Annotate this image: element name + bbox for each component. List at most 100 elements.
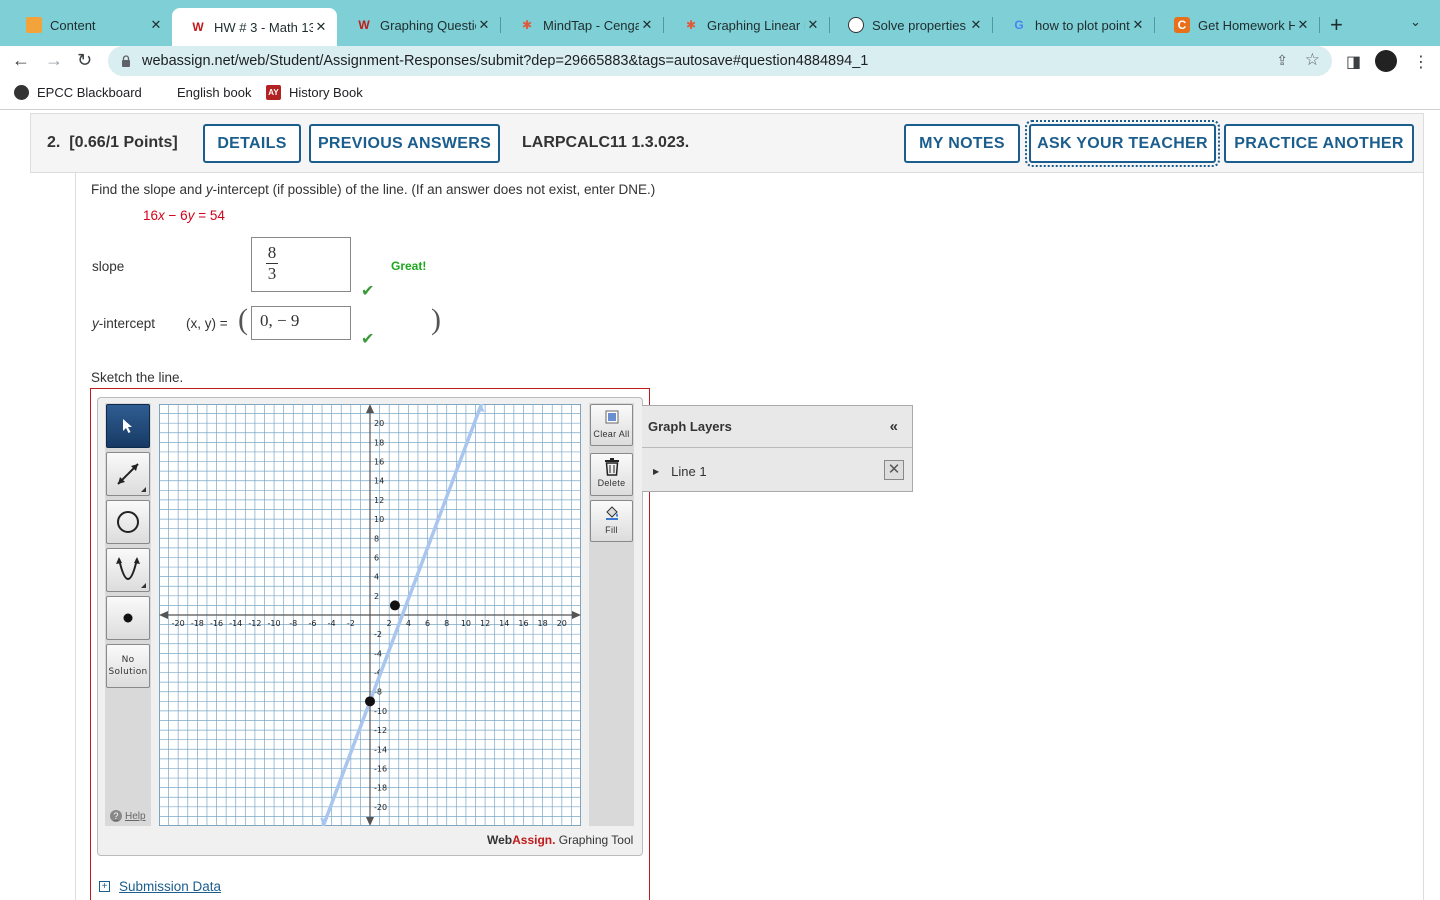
browser-tab[interactable]: ✱ MindTap - Cengag ✕ [501,8,664,42]
help-link[interactable]: ? Help [110,810,146,822]
bookmark-history-book[interactable]: AY History Book [266,85,363,100]
select-tool-button[interactable] [106,404,150,448]
mindtap-icon: ✱ [521,18,533,32]
tab-title: Graphing Questio [380,17,476,33]
y-tick-label: -10 [374,707,387,716]
address-bar[interactable]: webassign.net/web/Student/Assignment-Res… [108,46,1332,76]
coordinate-plane[interactable]: -20 -18 -16 -14 -12 -10 -8 -6 -4 -2 2 4 6 8 10 12 14 16 18… [159,404,581,826]
bookmark-label: EPCC Blackboard [37,85,142,100]
correct-check-icon: ✔ [361,283,375,300]
y-tick-label: 12 [374,496,384,505]
y-tick-label: -14 [374,745,387,754]
back-button[interactable]: ← [12,50,30,71]
tab-title: Get Homework H [1198,17,1295,33]
ask-your-teacher-button[interactable]: ASK YOUR TEACHER [1025,120,1220,167]
x-tick-label: 14 [499,619,509,628]
slope-fraction: 8 3 [266,244,278,283]
browser-tab[interactable]: W Graphing Questio ✕ [338,8,501,42]
practice-another-button[interactable]: PRACTICE ANOTHER [1224,124,1414,163]
x-tick-label: -16 [210,619,223,628]
x-tick-label: 18 [538,619,548,628]
browser-menu-icon[interactable]: ⋮ [1413,52,1429,72]
my-notes-button[interactable]: MY NOTES [904,124,1020,163]
line-segment-icon [117,463,139,485]
submission-data-toggle[interactable]: + Submission Data [99,879,221,894]
chegg-icon: C [1174,17,1190,33]
close-paren: ) [431,303,441,336]
fill-button[interactable]: Fill [590,500,633,542]
question-prompt: Find the slope and y-intercept (if possi… [91,182,656,197]
profile-avatar[interactable] [1375,50,1397,72]
delete-layer-icon[interactable]: ✕ [884,460,904,480]
close-tab-icon[interactable]: ✕ [148,17,164,33]
x-tick-label: 12 [480,619,490,628]
tab-title: how to plot point [1035,17,1130,33]
sketch-label: Sketch the line. [91,370,184,385]
x-tick-label: -10 [268,619,281,628]
mindtap-icon: ✱ [685,18,697,32]
xy-equals-label: (x, y) = [186,316,228,331]
bookmark-epcc-blackboard[interactable]: EPCC Blackboard [14,85,142,100]
delete-button[interactable]: Delete [590,453,633,496]
webassign-icon: W [192,20,204,34]
y-intercept-answer-box[interactable]: 0, − 9 [251,306,351,340]
bookmark-english-book[interactable]: English book [177,85,251,100]
browser-tab[interactable]: ✱ Graphing Linear E ✕ [665,8,830,42]
point-tool-button[interactable] [106,596,150,640]
url-text: webassign.net/web/Student/Assignment-Res… [142,53,869,69]
close-tab-icon[interactable]: ✕ [1295,17,1311,33]
forward-button[interactable]: → [45,50,63,71]
equation: 16x − 6y = 54 [143,208,225,223]
y-tick-label: -4 [374,649,382,658]
y-tick-label: -18 [374,784,387,793]
bookmark-star-icon[interactable]: ☆ [1305,50,1320,70]
collapse-panel-icon[interactable]: « [890,418,898,435]
new-tab-button[interactable]: + [1330,12,1343,38]
slope-denominator: 3 [267,264,277,283]
close-tab-icon[interactable]: ✕ [1130,17,1146,33]
side-panel-icon[interactable]: ◨ [1346,52,1361,72]
reload-button[interactable]: ↻ [77,50,92,71]
share-icon[interactable]: ⇪ [1276,52,1288,69]
x-tick-label: -20 [172,619,185,628]
line-tool-button[interactable] [106,452,150,496]
close-tab-icon[interactable]: ✕ [313,19,329,35]
close-tab-icon[interactable]: ✕ [968,17,984,33]
previous-answers-button[interactable]: PREVIOUS ANSWERS [309,124,500,163]
x-tick-label: -8 [289,619,297,628]
browser-tab[interactable]: C Get Homework H ✕ [1156,8,1320,42]
details-button[interactable]: DETAILS [203,124,301,163]
help-icon: ? [110,810,122,822]
line-point [365,696,375,707]
no-solution-button[interactable]: No Solution [106,644,150,688]
browser-tab[interactable]: Solve properties ✕ [830,8,993,42]
close-tab-icon[interactable]: ✕ [639,17,655,33]
bookmarks-bar: EPCC Blackboard English book AY History … [0,78,1440,110]
bookmark-label: English book [177,85,252,100]
y-tick-label: -2 [374,630,382,639]
x-tick-label: 20 [557,619,567,628]
y-tick-label: -16 [374,764,387,773]
feedback-great: Great! [391,259,427,273]
blackboard-icon [14,85,29,100]
x-tick-label: -6 [308,619,316,628]
parabola-tool-button[interactable] [106,548,150,592]
close-tab-icon[interactable]: ✕ [805,17,821,33]
expand-triangle-icon[interactable]: ▶ [653,467,659,476]
slope-label: slope [92,259,125,274]
tab-search-chevron-icon[interactable]: ⌄ [1410,14,1421,30]
browser-tab[interactable]: Content ✕ [8,8,172,42]
y-tick-label: 14 [374,477,384,486]
x-tick-label: 2 [387,619,392,628]
clear-all-button[interactable]: Clear All [590,404,633,446]
circle-tool-button[interactable] [106,500,150,544]
layer-row-line-1[interactable]: ▶ Line 1 ✕ [642,450,912,492]
point-icon [123,613,133,623]
tab-title: HW # 3 - Math 13 [214,19,313,35]
slope-answer-box[interactable]: 8 3 [251,237,351,292]
browser-tab[interactable]: W HW # 3 - Math 13 ✕ [172,8,337,46]
browser-tab[interactable]: Ghow to plot point ✕ [993,8,1155,42]
x-tick-label: 8 [444,619,449,628]
close-tab-icon[interactable]: ✕ [476,17,492,33]
question-points: [0.66/1 Points] [69,134,178,151]
